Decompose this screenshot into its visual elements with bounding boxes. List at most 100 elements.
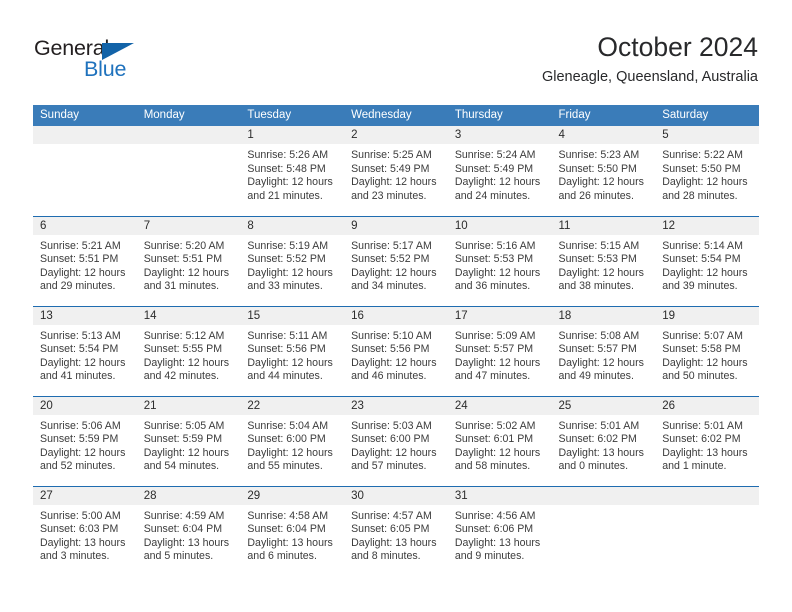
- day-cell[interactable]: 24 Sunrise: 5:02 AM Sunset: 6:01 PM Dayl…: [447, 396, 552, 487]
- daylight-line1: Daylight: 13 hours: [662, 446, 748, 459]
- daylight-line2: and 58 minutes.: [454, 460, 531, 473]
- day-cell[interactable]: 14 Sunrise: 5:12 AM Sunset: 5:55 PM Dayl…: [136, 306, 241, 397]
- daylight-line2: and 34 minutes.: [351, 280, 427, 293]
- day-cell[interactable]: 30 Sunrise: 4:57 AM Sunset: 6:05 PM Dayl…: [344, 486, 448, 576]
- day-cell[interactable]: 17 Sunrise: 5:09 AM Sunset: 5:57 PM Dayl…: [447, 306, 552, 397]
- daylight-line2: and 28 minutes.: [662, 189, 738, 202]
- daylight-line2: and 54 minutes.: [143, 460, 220, 473]
- daylight-line1: Daylight: 12 hours: [351, 446, 437, 459]
- day-cell[interactable]: 20 Sunrise: 5:06 AM Sunset: 5:59 PM Dayl…: [33, 396, 137, 487]
- sunrise-text: Sunrise: 5:09 AM: [454, 329, 536, 342]
- day-cell[interactable]: 27 Sunrise: 5:00 AM Sunset: 6:03 PM Dayl…: [33, 486, 137, 576]
- daylight-line1: Daylight: 13 hours: [40, 536, 126, 549]
- day-cell[interactable]: 31 Sunrise: 4:56 AM Sunset: 6:06 PM Dayl…: [447, 486, 552, 576]
- day-cell[interactable]: 7 Sunrise: 5:20 AM Sunset: 5:51 PM Dayli…: [136, 216, 241, 307]
- daylight-line2: and 33 minutes.: [247, 280, 323, 293]
- day-number: [655, 486, 759, 505]
- sunrise-text: Sunrise: 5:15 AM: [558, 239, 640, 252]
- day-number: [33, 126, 137, 144]
- daylight-line1: Daylight: 12 hours: [351, 266, 437, 279]
- sunrise-text: Sunrise: 4:59 AM: [143, 509, 225, 522]
- day-details: Sunrise: 5:16 AM Sunset: 5:53 PM Dayligh…: [448, 235, 552, 294]
- day-cell[interactable]: 5 Sunrise: 5:22 AM Sunset: 5:50 PM Dayli…: [655, 126, 759, 217]
- day-details: Sunrise: 5:19 AM Sunset: 5:52 PM Dayligh…: [240, 235, 344, 294]
- general-blue-logo[interactable]: General Blue: [34, 36, 184, 88]
- day-cell[interactable]: 9 Sunrise: 5:17 AM Sunset: 5:52 PM Dayli…: [344, 216, 448, 307]
- day-details: Sunrise: 5:00 AM Sunset: 6:03 PM Dayligh…: [33, 505, 137, 564]
- daylight-line2: and 23 minutes.: [351, 189, 427, 202]
- sunset-text: Sunset: 5:54 PM: [662, 253, 741, 266]
- day-number: 16: [344, 306, 448, 325]
- day-number: [136, 126, 241, 144]
- day-cell[interactable]: 12 Sunrise: 5:14 AM Sunset: 5:54 PM Dayl…: [655, 216, 759, 307]
- day-number: 18: [551, 306, 656, 325]
- daylight-line1: Daylight: 12 hours: [40, 356, 126, 369]
- day-details: Sunrise: 5:13 AM Sunset: 5:54 PM Dayligh…: [33, 325, 137, 384]
- day-cell[interactable]: 18 Sunrise: 5:08 AM Sunset: 5:57 PM Dayl…: [551, 306, 656, 397]
- day-details: Sunrise: 5:26 AM Sunset: 5:48 PM Dayligh…: [240, 144, 344, 203]
- day-cell[interactable]: 4 Sunrise: 5:23 AM Sunset: 5:50 PM Dayli…: [551, 126, 656, 217]
- day-cell[interactable]: 15 Sunrise: 5:11 AM Sunset: 5:56 PM Dayl…: [240, 306, 345, 397]
- day-cell[interactable]: 13 Sunrise: 5:13 AM Sunset: 5:54 PM Dayl…: [33, 306, 137, 397]
- day-number: 7: [136, 216, 241, 235]
- daylight-line2: and 8 minutes.: [351, 550, 421, 563]
- day-number: 8: [240, 216, 345, 235]
- sunset-text: Sunset: 6:05 PM: [351, 523, 430, 536]
- daylight-line2: and 44 minutes.: [247, 370, 323, 383]
- sunrise-text: Sunrise: 5:04 AM: [247, 419, 329, 432]
- weekday-header-thursday: Thursday: [447, 105, 552, 126]
- daylight-line1: Daylight: 12 hours: [247, 266, 333, 279]
- day-cell[interactable]: 21 Sunrise: 5:05 AM Sunset: 5:59 PM Dayl…: [136, 396, 241, 487]
- day-number: 20: [33, 396, 137, 415]
- page-subtitle: Gleneagle, Queensland, Australia: [541, 69, 758, 85]
- day-details: Sunrise: 5:17 AM Sunset: 5:52 PM Dayligh…: [344, 235, 448, 294]
- daylight-line2: and 6 minutes.: [247, 550, 317, 563]
- day-number: 31: [447, 486, 552, 505]
- day-cell[interactable]: 19 Sunrise: 5:07 AM Sunset: 5:58 PM Dayl…: [655, 306, 759, 397]
- day-cell[interactable]: 29 Sunrise: 4:58 AM Sunset: 6:04 PM Dayl…: [240, 486, 345, 576]
- daylight-line2: and 39 minutes.: [662, 280, 738, 293]
- sunset-text: Sunset: 5:49 PM: [351, 162, 430, 175]
- week-row: 27 Sunrise: 5:00 AM Sunset: 6:03 PM Dayl…: [33, 486, 759, 576]
- sunset-text: Sunset: 5:52 PM: [247, 253, 326, 266]
- sunrise-text: Sunrise: 5:26 AM: [247, 149, 329, 161]
- week-row: 13 Sunrise: 5:13 AM Sunset: 5:54 PM Dayl…: [33, 306, 759, 397]
- day-number: 4: [551, 126, 656, 144]
- daylight-line1: Daylight: 12 hours: [454, 176, 541, 189]
- day-cell[interactable]: 28 Sunrise: 4:59 AM Sunset: 6:04 PM Dayl…: [136, 486, 241, 576]
- weekday-header-tuesday: Tuesday: [240, 105, 345, 126]
- day-cell[interactable]: 25 Sunrise: 5:01 AM Sunset: 6:02 PM Dayl…: [551, 396, 656, 487]
- sunset-text: Sunset: 5:50 PM: [662, 162, 741, 175]
- sunrise-text: Sunrise: 4:57 AM: [351, 509, 432, 522]
- day-number: 12: [655, 216, 759, 235]
- daylight-line2: and 24 minutes.: [454, 189, 531, 202]
- daylight-line1: Daylight: 12 hours: [143, 266, 230, 279]
- day-cell[interactable]: 2 Sunrise: 5:25 AM Sunset: 5:49 PM Dayli…: [344, 126, 448, 217]
- sunset-text: Sunset: 5:51 PM: [143, 253, 223, 266]
- sunset-text: Sunset: 5:55 PM: [143, 343, 223, 356]
- day-cell[interactable]: 8 Sunrise: 5:19 AM Sunset: 5:52 PM Dayli…: [240, 216, 345, 307]
- day-number: 28: [136, 486, 241, 505]
- weekday-header-sunday: Sunday: [33, 105, 137, 126]
- sunset-text: Sunset: 5:52 PM: [351, 253, 430, 266]
- day-cell[interactable]: 11 Sunrise: 5:15 AM Sunset: 5:53 PM Dayl…: [551, 216, 656, 307]
- day-cell[interactable]: 26 Sunrise: 5:01 AM Sunset: 6:02 PM Dayl…: [655, 396, 759, 487]
- day-cell[interactable]: 3 Sunrise: 5:24 AM Sunset: 5:49 PM Dayli…: [447, 126, 552, 217]
- day-details: Sunrise: 5:08 AM Sunset: 5:57 PM Dayligh…: [552, 325, 656, 384]
- day-cell[interactable]: 16 Sunrise: 5:10 AM Sunset: 5:56 PM Dayl…: [344, 306, 448, 397]
- day-cell[interactable]: 6 Sunrise: 5:21 AM Sunset: 5:51 PM Dayli…: [33, 216, 137, 307]
- day-details: Sunrise: 4:59 AM Sunset: 6:04 PM Dayligh…: [137, 505, 241, 564]
- day-cell[interactable]: 22 Sunrise: 5:04 AM Sunset: 6:00 PM Dayl…: [240, 396, 345, 487]
- sunset-text: Sunset: 5:53 PM: [558, 253, 637, 266]
- day-number: 23: [344, 396, 448, 415]
- week-row: 6 Sunrise: 5:21 AM Sunset: 5:51 PM Dayli…: [33, 216, 759, 307]
- day-cell: [551, 486, 656, 576]
- sunset-text: Sunset: 5:58 PM: [662, 343, 741, 356]
- day-cell[interactable]: 10 Sunrise: 5:16 AM Sunset: 5:53 PM Dayl…: [447, 216, 552, 307]
- day-cell[interactable]: 23 Sunrise: 5:03 AM Sunset: 6:00 PM Dayl…: [344, 396, 448, 487]
- sunset-text: Sunset: 6:04 PM: [143, 523, 223, 536]
- sunset-text: Sunset: 5:54 PM: [40, 343, 119, 356]
- day-cell[interactable]: 1 Sunrise: 5:26 AM Sunset: 5:48 PM Dayli…: [240, 126, 345, 217]
- day-details: Sunrise: 5:23 AM Sunset: 5:50 PM Dayligh…: [552, 144, 656, 203]
- day-number: [551, 486, 656, 505]
